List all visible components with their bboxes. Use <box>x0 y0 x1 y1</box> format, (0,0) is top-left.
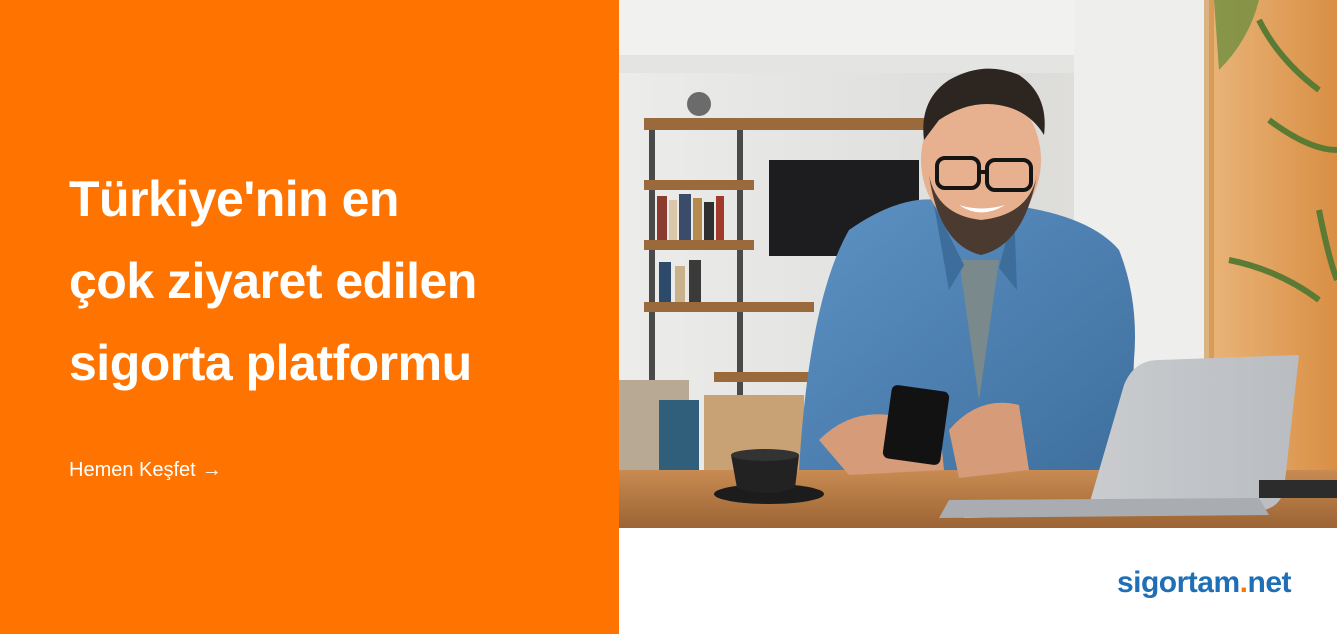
hero-headline: Türkiye'nin en çok ziyaret edilen sigort… <box>69 158 589 404</box>
sigortam-logo[interactable]: sigortam.net <box>1116 566 1292 600</box>
logo-tld: net <box>1247 566 1292 599</box>
explore-link[interactable]: Hemen Keşfet → <box>69 459 222 482</box>
hero-banner: Türkiye'nin en çok ziyaret edilen sigort… <box>0 0 1337 634</box>
arrow-right-icon: → <box>201 459 222 481</box>
headline-line-2: çok ziyaret edilen <box>69 253 477 309</box>
logo-dot: . <box>1239 566 1248 599</box>
hero-panel: Türkiye'nin en çok ziyaret edilen sigort… <box>0 0 619 634</box>
hero-photo <box>619 0 1337 528</box>
headline-line-1: Türkiye'nin en <box>69 171 399 227</box>
logo-name: sigortam <box>1116 566 1240 599</box>
explore-link-label: Hemen Keşfet <box>69 459 196 481</box>
headline-line-3: sigorta platformu <box>69 335 472 391</box>
